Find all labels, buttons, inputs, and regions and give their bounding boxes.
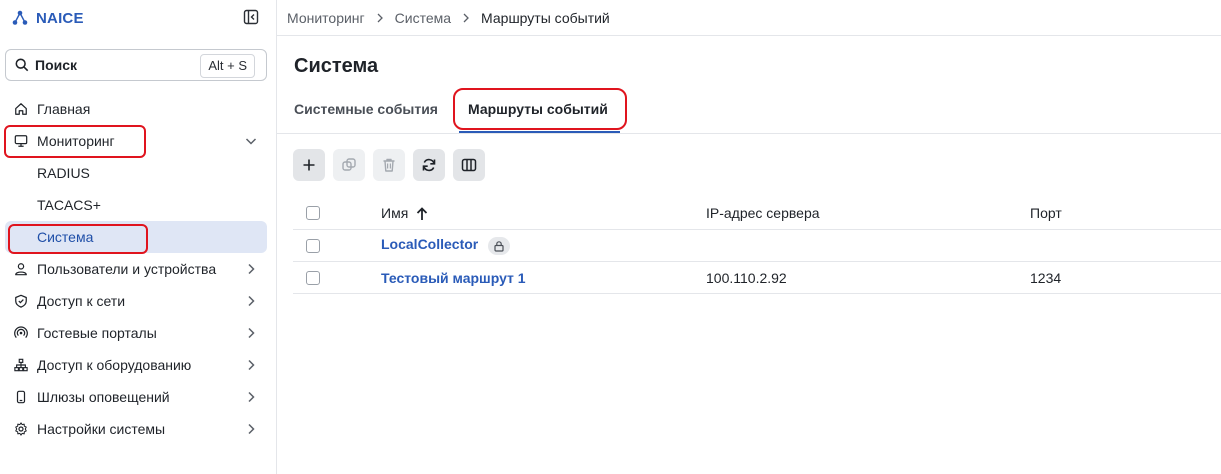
monitor-icon — [13, 133, 29, 149]
row-checkbox-cell — [293, 261, 381, 294]
sidebar-item-label: Настройки системы — [37, 421, 166, 437]
column-header-ip[interactable]: IP-адрес сервера — [706, 197, 1030, 230]
sidebar-item-monitoring[interactable]: Мониторинг — [0, 125, 276, 157]
logo[interactable]: NAICE — [12, 7, 84, 29]
name-cell: Тестовый маршрут 1 — [381, 261, 706, 294]
sidebar-subitem-tacacs[interactable]: TACACS+ — [0, 189, 276, 221]
breadcrumb-item-system[interactable]: Система — [395, 10, 451, 26]
page-title: Система — [294, 55, 379, 77]
logo-icon — [12, 10, 28, 25]
row-checkbox[interactable] — [306, 270, 320, 285]
select-all-checkbox[interactable] — [306, 206, 320, 220]
sidebar-item-label: Доступ к сети — [37, 293, 126, 309]
column-header-port[interactable]: Порт — [1030, 197, 1221, 230]
column-header-label: IP-адрес сервера — [706, 205, 820, 221]
phone-icon — [13, 389, 29, 405]
sidebar-item-home[interactable]: Главная — [0, 93, 276, 125]
home-icon — [13, 101, 29, 117]
sidebar-item-equipment-access[interactable]: Доступ к оборудованию — [0, 349, 276, 381]
search-icon — [15, 58, 29, 72]
sidebar-subitem-label: TACACS+ — [37, 197, 101, 213]
chevron-down-icon — [245, 138, 257, 145]
row-checkbox[interactable] — [306, 238, 320, 253]
lock-icon — [488, 236, 511, 255]
ip-cell: 100.110.2.92 — [706, 261, 1030, 294]
collapse-sidebar-icon[interactable] — [243, 9, 259, 25]
route-name-link[interactable]: Тестовый маршрут 1 — [381, 270, 526, 286]
sidebar-subitem-label: RADIUS — [37, 165, 90, 181]
active-tab-indicator — [459, 131, 620, 133]
table-row: Тестовый маршрут 1 100.110.2.92 1234 — [293, 261, 1221, 294]
sidebar-subitem-radius[interactable]: RADIUS — [0, 157, 276, 189]
column-header-label: Порт — [1030, 205, 1062, 221]
app-name: NAICE — [36, 9, 84, 27]
shield-icon — [13, 293, 29, 309]
columns-button[interactable] — [453, 149, 485, 181]
sidebar-item-guest-portals[interactable]: Гостевые порталы — [0, 317, 276, 349]
chevron-right-icon — [248, 423, 255, 435]
port-cell: 1234 — [1030, 261, 1221, 294]
breadcrumb-item-monitoring[interactable]: Мониторинг — [287, 10, 365, 26]
sidebar-item-system-settings[interactable]: Настройки системы — [0, 413, 276, 445]
route-name-link[interactable]: LocalCollector — [381, 236, 478, 252]
tab-event-routes[interactable]: Маршруты событий — [468, 101, 608, 117]
column-header-name[interactable]: Имя — [381, 197, 706, 230]
breadcrumb-item-event-routes: Маршруты событий — [481, 9, 610, 26]
chevron-right-icon — [248, 263, 255, 275]
gear-icon — [13, 421, 29, 437]
refresh-button[interactable] — [413, 149, 445, 181]
chevron-right-icon — [377, 13, 383, 22]
sidebar-item-label: Пользователи и устройства — [37, 261, 217, 277]
row-checkbox-cell — [293, 229, 381, 262]
chevron-right-icon — [248, 327, 255, 339]
sidebar: NAICE Поиск Alt + S Главная Мониторинг R… — [0, 0, 277, 474]
name-cell: LocalCollector — [381, 229, 706, 262]
chevron-right-icon — [248, 295, 255, 307]
sidebar-item-label: Доступ к оборудованию — [37, 357, 192, 373]
wireless-icon — [13, 325, 29, 341]
event-routes-table: Имя IP-адрес сервера Порт LocalCollector… — [293, 197, 1221, 294]
port-cell — [1030, 229, 1221, 262]
chevron-right-icon — [463, 13, 469, 22]
sidebar-item-users-devices[interactable]: Пользователи и устройства — [0, 253, 276, 285]
tabs: Системные события Маршруты событий — [277, 88, 1221, 134]
breadcrumb: Мониторинг Система Маршруты событий — [277, 0, 1221, 36]
plus-icon — [303, 159, 315, 171]
trash-icon — [383, 158, 395, 172]
table-header-row: Имя IP-адрес сервера Порт — [293, 197, 1221, 230]
tab-system-events[interactable]: Системные события — [294, 101, 438, 117]
sidebar-item-label: Мониторинг — [37, 133, 115, 149]
sidebar-subitem-system[interactable]: Система — [5, 221, 267, 253]
arrow-up-icon — [417, 207, 428, 221]
toolbar — [293, 149, 485, 181]
add-button[interactable] — [293, 149, 325, 181]
copy-button[interactable] — [333, 149, 365, 181]
sidebar-subitem-label: Система — [37, 229, 94, 245]
search-shortcut: Alt + S — [200, 54, 255, 78]
network-icon — [13, 357, 29, 373]
chevron-right-icon — [248, 391, 255, 403]
sidebar-item-label: Гостевые порталы — [37, 325, 157, 341]
search-label: Поиск — [35, 57, 78, 73]
copy-icon — [342, 158, 356, 171]
ip-cell — [706, 229, 1030, 262]
sidebar-item-label: Шлюзы оповещений — [37, 389, 170, 405]
refresh-icon — [422, 158, 436, 172]
chevron-right-icon — [248, 359, 255, 371]
delete-button[interactable] — [373, 149, 405, 181]
column-header-label: Имя — [381, 204, 409, 221]
sidebar-nav: Главная Мониторинг RADIUS TACACS+ Систем… — [0, 93, 276, 445]
sidebar-item-label: Главная — [37, 101, 91, 117]
user-icon — [13, 261, 29, 277]
sidebar-item-network-access[interactable]: Доступ к сети — [0, 285, 276, 317]
sidebar-item-notification-gateways[interactable]: Шлюзы оповещений — [0, 381, 276, 413]
columns-icon — [461, 158, 477, 172]
search-button[interactable]: Поиск Alt + S — [5, 49, 267, 81]
select-all-cell — [293, 197, 381, 230]
table-row: LocalCollector — [293, 229, 1221, 262]
